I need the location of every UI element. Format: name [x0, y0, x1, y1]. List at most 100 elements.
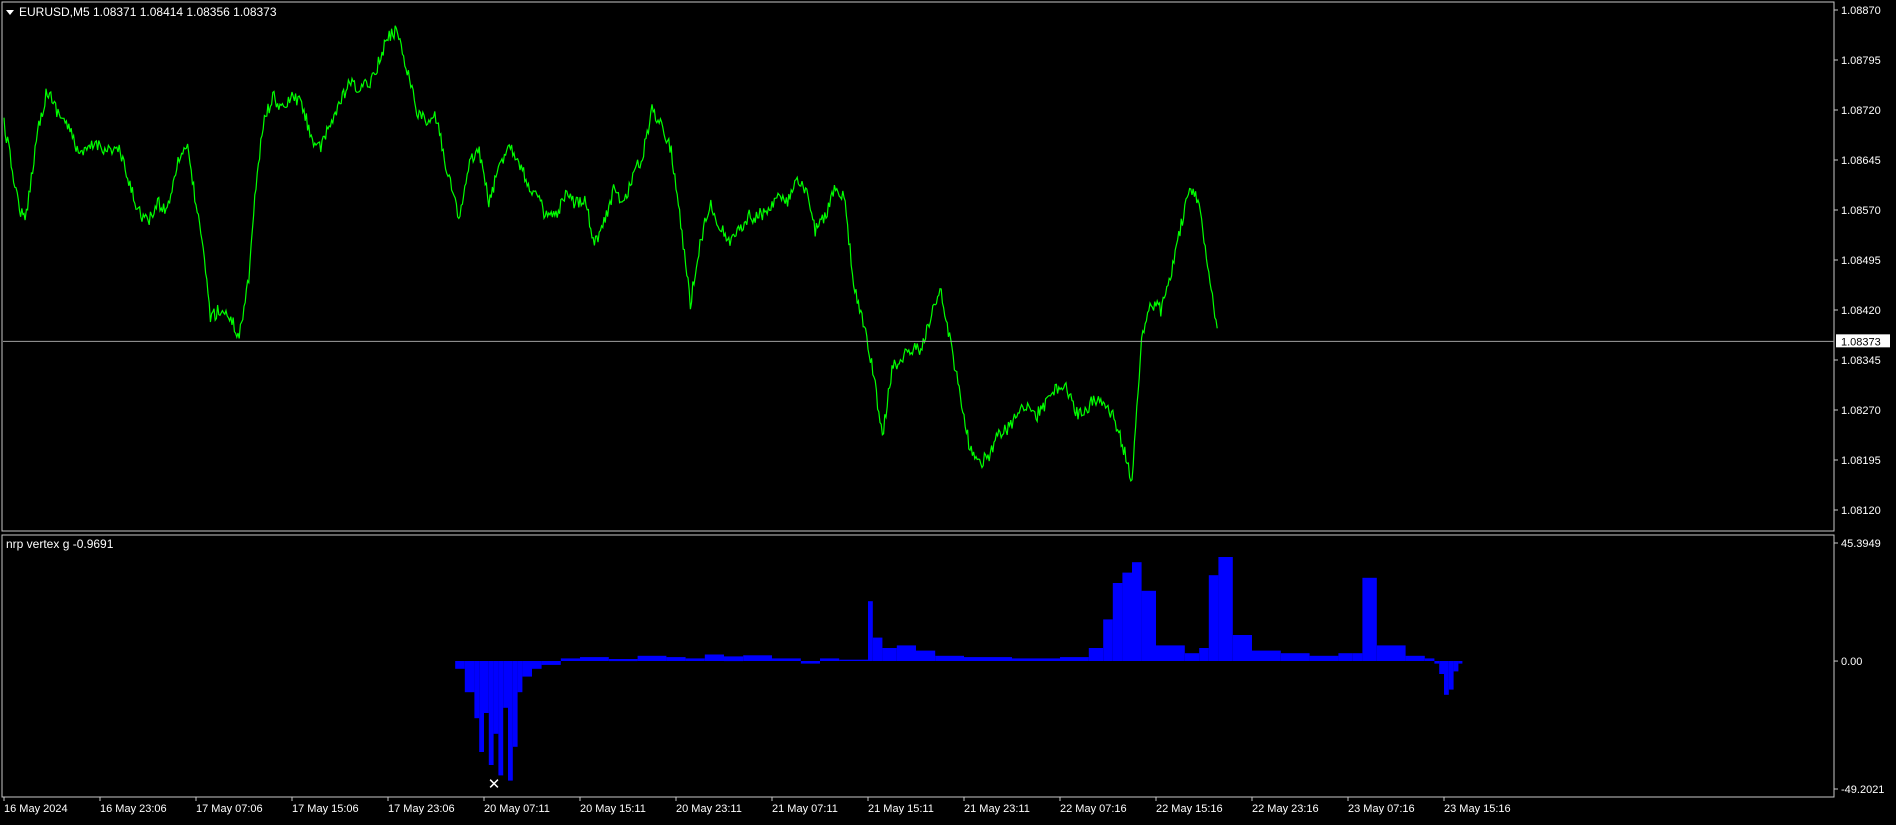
indicator-bar: [484, 661, 489, 713]
indicator-bar: [560, 658, 580, 661]
indicator-tick-label: 45.3949: [1841, 538, 1881, 550]
indicator-bar: [455, 661, 465, 669]
chart-window: 1.08870 1.08795 1.08720 1.08645 1.08570 1.084…: [0, 0, 1896, 820]
time-tick-label: 22 May 23:16: [1252, 803, 1319, 815]
indicator-bar: [493, 661, 499, 734]
indicator-bar: [1458, 661, 1463, 664]
indicator-bar: [1232, 635, 1252, 661]
time-tick-label: 20 May 23:11: [676, 803, 742, 815]
indicator-bar: [1405, 655, 1425, 661]
indicator-bar: [1434, 661, 1440, 664]
time-tick-label: 17 May 15:06: [292, 803, 359, 815]
indicator-bar: [517, 661, 523, 693]
indicator-bar: [1362, 577, 1377, 661]
indicator-bar: [1453, 661, 1459, 672]
indicator-bar: [666, 657, 686, 661]
indicator-tick-label: -49.2021: [1841, 784, 1884, 796]
indicator-bar: [1439, 661, 1444, 674]
price-tick-label: 1.08495: [1841, 255, 1881, 267]
indicator-bar: [637, 655, 667, 661]
indicator-bar: [964, 657, 1012, 661]
indicator-bar: [608, 659, 638, 662]
indicator-bar: [580, 657, 609, 661]
price-tick-label: 1.08195: [1841, 455, 1881, 467]
indicator-bar: [1424, 658, 1435, 661]
time-tick-label: 23 May 15:16: [1444, 803, 1511, 815]
indicator-bar: [479, 661, 484, 752]
indicator-bar: [488, 661, 494, 765]
indicator-bar: [522, 661, 532, 677]
chart-background: [0, 0, 1896, 820]
indicator-bar: [498, 661, 504, 776]
indicator-bar: [704, 654, 724, 661]
indicator-bar: [1376, 645, 1406, 661]
time-tick-label: 17 May 23:06: [388, 803, 455, 815]
indicator-bar: [1112, 583, 1123, 661]
indicator-bar: [512, 661, 518, 747]
time-tick-label: 20 May 15:11: [580, 803, 646, 815]
indicator-bar: [1132, 562, 1142, 661]
indicator-bar: [1103, 619, 1113, 661]
time-tick-label: 21 May 23:11: [964, 803, 1030, 815]
indicator-bar: [541, 661, 561, 665]
time-tick-label: 22 May 07:16: [1060, 803, 1127, 815]
price-tick-label: 1.08795: [1841, 55, 1881, 67]
x-marker-icon[interactable]: ✕: [488, 776, 501, 793]
indicator-bar: [685, 658, 705, 661]
indicator-title: nrp vertex g -0.9691: [6, 537, 114, 551]
indicator-bar: [896, 645, 916, 661]
indicator-bar: [503, 661, 508, 708]
indicator-tick-label: 0.00: [1841, 656, 1862, 668]
indicator-bar: [820, 658, 840, 661]
indicator-bar: [743, 655, 772, 661]
indicator-bar: [935, 655, 964, 661]
indicator-bar: [1122, 572, 1132, 661]
indicator-bar: [1141, 590, 1156, 661]
time-tick-label: 23 May 07:16: [1348, 803, 1415, 815]
indicator-bar: [868, 601, 873, 661]
indicator-bar: [532, 661, 542, 669]
price-tick-label: 1.08120: [1841, 505, 1881, 517]
indicator-bar: [1208, 575, 1219, 661]
indicator-bar: [882, 648, 897, 661]
indicator-bar: [1199, 648, 1209, 661]
time-tick-label: 20 May 07:11: [484, 803, 550, 815]
time-tick-label: 21 May 07:11: [772, 803, 838, 815]
time-tick-label: 22 May 15:16: [1156, 803, 1223, 815]
indicator-bar: [1156, 645, 1185, 661]
price-tick-label: 1.08720: [1841, 105, 1881, 117]
indicator-bar: [1088, 648, 1104, 661]
indicator-bar: [474, 661, 480, 719]
price-tick-label: 1.08345: [1841, 355, 1881, 367]
current-price-label: 1.08373: [1841, 336, 1881, 348]
time-tick-label: 16 May 23:06: [100, 803, 167, 815]
indicator-bar: [1309, 655, 1339, 661]
price-tick-label: 1.08870: [1841, 5, 1881, 17]
indicator-bar: [1218, 557, 1233, 661]
price-tick-label: 1.08645: [1841, 155, 1881, 167]
indicator-bar: [1448, 661, 1454, 690]
time-tick-label: 17 May 07:06: [196, 803, 263, 815]
indicator-bar: [916, 650, 936, 661]
time-tick-label: 16 May 2024: [4, 803, 68, 815]
indicator-bar: [772, 658, 801, 661]
price-tick-label: 1.08420: [1841, 305, 1881, 317]
indicator-bar: [1352, 653, 1363, 661]
indicator-bar: [1184, 653, 1200, 661]
indicator-bar: [1444, 661, 1449, 695]
indicator-bar: [464, 661, 475, 693]
indicator-bar: [508, 661, 513, 781]
price-tick-label: 1.08270: [1841, 405, 1881, 417]
chart-title: EURUSD,M5 1.08371 1.08414 1.08356 1.0837…: [19, 5, 277, 19]
indicator-bar: [800, 661, 820, 664]
indicator-bar: [872, 637, 883, 661]
indicator-bar: [1252, 650, 1281, 661]
price-tick-label: 1.08570: [1841, 205, 1881, 217]
chart-svg: 1.08870 1.08795 1.08720 1.08645 1.08570 1.084…: [0, 0, 1896, 820]
indicator-bar: [724, 656, 744, 662]
indicator-bar: [1060, 657, 1089, 661]
indicator-bar: [839, 659, 868, 661]
time-tick-label: 21 May 15:11: [868, 803, 934, 815]
indicator-bar: [1280, 653, 1310, 661]
indicator-bar: [1338, 653, 1353, 661]
